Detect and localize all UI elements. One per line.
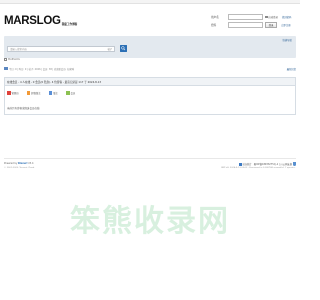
register-link[interactable]: 立即注册	[281, 23, 291, 27]
home-icon[interactable]	[4, 58, 7, 61]
latest-replies-link[interactable]: 最新回复	[287, 67, 296, 71]
checkbox-icon	[265, 15, 268, 19]
search-input[interactable]: 请输入搜索内容 帖子	[7, 46, 115, 52]
online-message: 当前只有游客或隐身会员在线	[7, 107, 40, 110]
timezone-info: GMT+8, 2024-9-13 03:03 , Processed in 0.…	[220, 167, 296, 169]
stats-badge-icon	[238, 162, 242, 166]
watermark-text: 笨熊收录网	[70, 204, 230, 239]
footer-links: 站长统计 蜀ICP备18033275号-1 | 川公网安备	[238, 162, 296, 166]
legend-admin: 管理员	[7, 91, 19, 95]
icp-link[interactable]: 蜀ICP备18033275号-1 | 川公网安备	[254, 162, 292, 166]
nav-bar: 快捷导航 请输入搜索内容 帖子	[4, 36, 296, 58]
member-icon	[66, 91, 70, 95]
stats-link[interactable]: 站长统计	[243, 162, 252, 166]
member-legend: 管理员 超级版主 版主 会员	[7, 91, 75, 95]
login-form: 用户名 自动登录 找回密码 密码 登录 立即注册	[211, 14, 299, 34]
remember-checkbox[interactable]: 自动登录	[265, 15, 278, 19]
online-members-panel: 在线会员 - 4 人在线 - 0 会员(0 隐身), 4 位游客 - 最高记录是…	[4, 77, 296, 115]
login-button[interactable]: 登录	[265, 22, 277, 28]
search-placeholder: 请输入搜索内容	[10, 48, 27, 51]
password-input[interactable]	[228, 22, 263, 28]
shield-icon	[293, 162, 296, 166]
password-label: 密码	[211, 24, 217, 27]
discuz-link[interactable]: Discuz!	[18, 162, 27, 165]
search-icon	[121, 46, 126, 51]
username-input[interactable]	[228, 14, 263, 20]
stats-text: 今日: 0 | 昨日: 0 | 帖子: 2026 | 会员: 38 | 欢迎新会…	[9, 67, 74, 71]
search-button[interactable]	[120, 45, 127, 52]
powered-by: Powered by Discuz! X3.4	[4, 162, 34, 165]
quick-nav-button[interactable]: 快捷导航	[282, 38, 292, 42]
breadcrumb: MARSLOG	[4, 58, 20, 61]
super-moderator-icon	[26, 91, 31, 95]
search-scope-select[interactable]: 帖子	[108, 47, 112, 51]
logo-subtitle: 我最工作博客	[61, 22, 78, 26]
site-logo[interactable]: MARSLOG 我最工作博客	[4, 14, 78, 27]
forgot-password-link[interactable]: 找回密码	[282, 15, 292, 19]
breadcrumb-site[interactable]: MARSLOG	[8, 58, 20, 61]
logo-text: MARSLOG	[4, 15, 61, 27]
admin-icon	[7, 91, 11, 95]
legend-member: 会员	[66, 91, 75, 95]
remember-label: 自动登录	[268, 16, 278, 19]
copyright: © 2001-2020, Tencent Cloud.	[4, 167, 35, 169]
stats-icon	[4, 66, 8, 70]
legend-moderator: 版主	[48, 91, 58, 95]
top-bar	[0, 0, 300, 4]
username-label: 用户名	[211, 16, 219, 19]
moderator-icon	[48, 91, 53, 95]
footer: Powered by Discuz! X3.4 © 2001-2020, Ten…	[4, 158, 296, 178]
panel-title[interactable]: 在线会员 - 4 人在线 - 0 会员(0 隐身), 4 位游客 - 最高记录是…	[5, 78, 295, 86]
legend-super-moderator: 超级版主	[26, 91, 41, 95]
stats-bar: 今日: 0 | 昨日: 0 | 帖子: 2026 | 会员: 38 | 欢迎新会…	[4, 66, 296, 72]
